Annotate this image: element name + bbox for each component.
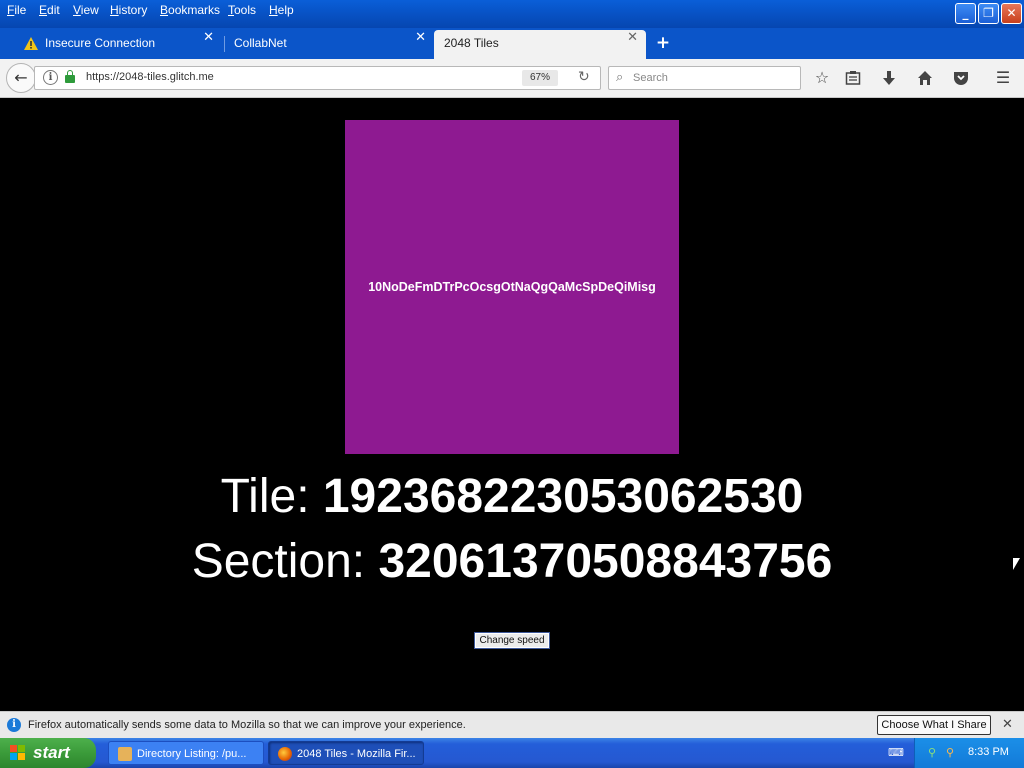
tile-square: 10NoDeFmDTrPcOcsgOtNaQgQaMcSpDeQiMisg bbox=[345, 120, 679, 454]
notification-bar: i Firefox automatically sends some data … bbox=[0, 711, 1024, 738]
taskbar-item-label: 2048 Tiles - Mozilla Fir... bbox=[297, 748, 416, 760]
taskbar: start Directory Listing: /pu... 2048 Til… bbox=[0, 738, 1024, 768]
security-icon[interactable]: ⚲ bbox=[943, 746, 957, 760]
mouse-cursor-icon bbox=[1013, 558, 1020, 570]
info-icon: i bbox=[7, 718, 21, 732]
menu-view[interactable]: View bbox=[73, 3, 99, 17]
menu-bookmarks[interactable]: Bookmarks bbox=[160, 3, 220, 17]
reading-list-icon[interactable] bbox=[842, 68, 864, 88]
search-icon: ⌕ bbox=[616, 70, 624, 85]
taskbar-item-directory-listing[interactable]: Directory Listing: /pu... bbox=[108, 741, 264, 765]
zoom-indicator[interactable]: 67% bbox=[522, 70, 558, 86]
reload-icon[interactable]: ↻ bbox=[578, 69, 590, 85]
tab-label: Insecure Connection bbox=[45, 36, 156, 50]
new-tab-button[interactable]: + bbox=[654, 30, 672, 56]
tab-label: 2048 Tiles bbox=[444, 36, 499, 50]
warning-icon bbox=[24, 37, 38, 50]
folder-icon bbox=[118, 747, 132, 761]
download-icon[interactable] bbox=[878, 68, 900, 88]
tile-number-line: Tile: 1923682230530625‍30 bbox=[0, 469, 1024, 525]
section-number: 32061370508843756 bbox=[378, 535, 833, 588]
clock: 8:33 PM bbox=[968, 746, 1009, 758]
tab-2048-tiles[interactable]: 2048 Tiles ✕ bbox=[434, 30, 646, 59]
tab-label: CollabNet bbox=[234, 36, 287, 50]
lock-icon[interactable] bbox=[65, 70, 75, 83]
system-tray: ⚲ ⚲ 8:33 PM bbox=[914, 738, 1024, 768]
tab-close-icon[interactable]: ✕ bbox=[627, 30, 638, 45]
bookmark-star-icon[interactable]: ☆ bbox=[811, 68, 833, 88]
tile-label: Tile: bbox=[220, 470, 323, 523]
url-text[interactable]: https://2048-tiles.glitch.me bbox=[86, 71, 214, 83]
info-icon[interactable]: i bbox=[43, 70, 58, 85]
network-icon[interactable]: ⚲ bbox=[925, 746, 939, 760]
firefox-icon bbox=[278, 747, 292, 761]
tile-number: 1923682230530625‍30 bbox=[322, 470, 804, 523]
section-label: Section: bbox=[191, 535, 379, 588]
back-arrow-icon: ← bbox=[14, 68, 28, 87]
start-label: start bbox=[33, 743, 70, 762]
search-placeholder: Search bbox=[633, 72, 668, 84]
close-window-button[interactable]: ✕ bbox=[1001, 3, 1022, 24]
tab-insecure-connection[interactable]: Insecure Connection ✕ bbox=[14, 30, 222, 59]
start-button[interactable]: start bbox=[0, 738, 96, 768]
search-bar[interactable]: ⌕ Search bbox=[608, 66, 801, 90]
menu-file[interactable]: File bbox=[7, 3, 26, 17]
section-number-line: Section: 32061370508843756 bbox=[0, 534, 1024, 590]
choose-what-i-share-button[interactable]: Choose What I Share bbox=[877, 715, 991, 735]
pocket-icon[interactable] bbox=[950, 68, 972, 88]
tab-collabnet[interactable]: CollabNet ✕ bbox=[224, 30, 434, 59]
change-speed-button[interactable]: Change speed bbox=[474, 632, 550, 649]
page-content: 10NoDeFmDTrPcOcsgOtNaQgQaMcSpDeQiMisg Ti… bbox=[0, 99, 1024, 711]
notification-message: Firefox automatically sends some data to… bbox=[28, 719, 466, 731]
menu-edit[interactable]: Edit bbox=[39, 3, 60, 17]
minimize-button[interactable]: _ bbox=[955, 3, 976, 24]
restore-button[interactable]: ❐ bbox=[978, 3, 999, 24]
taskbar-item-label: Directory Listing: /pu... bbox=[137, 748, 247, 760]
tab-close-icon[interactable]: ✕ bbox=[415, 30, 426, 45]
menu-history[interactable]: History bbox=[110, 3, 147, 17]
tab-close-icon[interactable]: ✕ bbox=[203, 30, 214, 45]
home-icon[interactable] bbox=[914, 68, 936, 88]
menu-hamburger-icon[interactable]: ☰ bbox=[992, 68, 1014, 88]
tab-strip: Insecure Connection ✕ CollabNet ✕ 2048 T… bbox=[0, 28, 1024, 59]
navigation-bar: ← i https://2048-tiles.glitch.me 67% ↻ ⌕… bbox=[0, 59, 1024, 98]
back-button[interactable]: ← bbox=[6, 63, 36, 93]
tile-text: 10NoDeFmDTrPcOcsgOtNaQgQaMcSpDeQiMisg bbox=[368, 280, 656, 294]
taskbar-item-firefox[interactable]: 2048 Tiles - Mozilla Fir... bbox=[268, 741, 424, 765]
close-icon[interactable]: ✕ bbox=[1002, 717, 1013, 732]
menu-help[interactable]: Help bbox=[269, 3, 294, 17]
menu-tools[interactable]: Tools bbox=[228, 3, 256, 17]
title-bar: File Edit View History Bookmarks Tools H… bbox=[0, 0, 1024, 28]
windows-logo-icon bbox=[10, 745, 27, 761]
url-bar[interactable]: i https://2048-tiles.glitch.me 67% ↻ bbox=[34, 66, 601, 90]
keyboard-icon[interactable]: ⌨ bbox=[888, 746, 904, 760]
